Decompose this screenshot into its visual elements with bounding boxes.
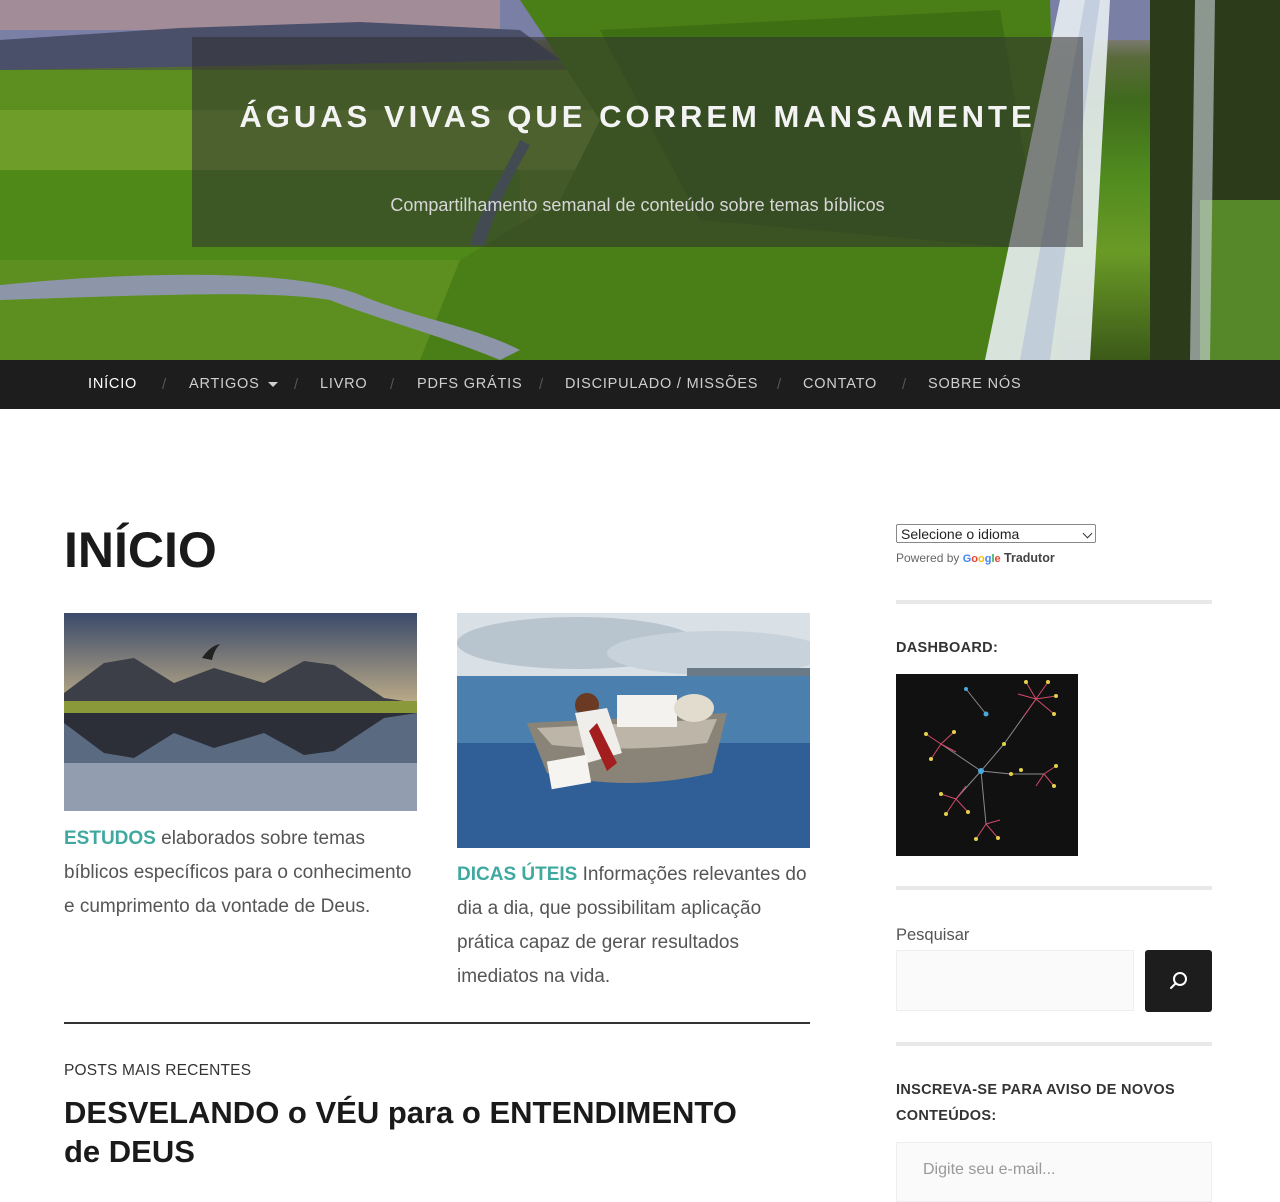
search-input[interactable]: [896, 950, 1134, 1011]
network-graph-image: [924, 680, 1058, 841]
section-divider: [64, 1022, 810, 1024]
site-description: Compartilhamento semanal de conteúdo sob…: [390, 195, 885, 215]
main-navigation: INÍCIO / ARTIGOS / LIVRO / PDFS GRÁTIS /…: [0, 360, 1280, 409]
nav-item-artigos[interactable]: ARTIGOS: [189, 360, 278, 409]
site-title[interactable]: ÁGUAS VIVAS QUE CORREM MANSAMENTE: [192, 99, 1083, 135]
search-icon: [1170, 972, 1187, 989]
card-text-line: Informações relevantes do: [577, 864, 807, 885]
translator-link[interactable]: Tradutor: [1004, 551, 1055, 565]
nav-item-contato[interactable]: CONTATO: [803, 360, 877, 409]
nav-item-label: ARTIGOS: [189, 376, 260, 392]
nav-separator: /: [902, 376, 907, 393]
search-label: Pesquisar: [896, 926, 970, 944]
search-button[interactable]: [1145, 950, 1212, 1012]
language-select-value: Selecione o idioma: [901, 526, 1020, 542]
google-logo: Google: [962, 553, 1001, 565]
estudos-image[interactable]: [64, 613, 417, 811]
latest-post-title[interactable]: DESVELANDO o VÉU para o ENTENDIMENTO de …: [64, 1093, 764, 1171]
card-text-line: elaborados sobre temas: [155, 828, 365, 849]
chevron-down-icon: [267, 381, 278, 387]
card-text-line: bíblicos específicos para o conhecimento: [64, 862, 412, 883]
dashboard-graph[interactable]: [896, 674, 1078, 856]
card-text-line: imediatos na vida.: [457, 966, 611, 987]
card-text-line: dia a dia, que possibilitam aplicação: [457, 898, 762, 919]
dicas-uteis-card-text: DICAS ÚTEIS Informações relevantes do di…: [457, 858, 817, 994]
dicas-uteis-image[interactable]: [457, 613, 810, 848]
estudos-link[interactable]: ESTUDOS: [64, 828, 156, 849]
nav-item-inicio[interactable]: INÍCIO: [88, 360, 137, 409]
widget-separator: [896, 886, 1212, 890]
page-title: INÍCIO: [64, 522, 217, 578]
site-branding: ÁGUAS VIVAS QUE CORREM MANSAMENTE Compar…: [192, 37, 1083, 247]
dashboard-title: DASHBOARD:: [896, 640, 999, 656]
nav-item-discipulado-missoes[interactable]: DISCIPULADO / MISSÕES: [565, 360, 758, 409]
subscribe-title: INSCREVA-SE PARA AVISO DE NOVOS CONTEÚDO…: [896, 1082, 1175, 1124]
dicas-uteis-link[interactable]: DICAS ÚTEIS: [457, 864, 577, 885]
powered-by-label: Powered by: [896, 551, 960, 565]
widget-separator: [896, 600, 1212, 604]
card-text-line: e cumprimento da vontade de Deus.: [64, 896, 371, 917]
nav-separator: /: [294, 376, 299, 393]
widget-separator: [896, 1042, 1212, 1046]
nav-separator: /: [162, 376, 167, 393]
card-text-line: prática capaz de gerar resultados: [457, 932, 739, 953]
estudos-card-text: ESTUDOS elaborados sobre temas bíblicos …: [64, 822, 424, 924]
nav-separator: /: [777, 376, 782, 393]
chevron-down-icon: [1082, 528, 1093, 539]
email-field[interactable]: Digite seu e-mail...: [896, 1142, 1212, 1202]
nav-item-livro[interactable]: LIVRO: [320, 360, 368, 409]
nav-item-pdfs-gratis[interactable]: PDFS GRÁTIS: [417, 360, 522, 409]
header-banner: ÁGUAS VIVAS QUE CORREM MANSAMENTE Compar…: [0, 0, 1280, 360]
nav-item-sobre-nos[interactable]: SOBRE NÓS: [928, 360, 1021, 409]
language-select[interactable]: Selecione o idioma: [896, 524, 1096, 543]
nav-separator: /: [539, 376, 544, 393]
powered-by-google: Powered by Google Tradutor: [896, 551, 1055, 565]
nav-separator: /: [390, 376, 395, 393]
posts-label: POSTS MAIS RECENTES: [64, 1062, 252, 1079]
